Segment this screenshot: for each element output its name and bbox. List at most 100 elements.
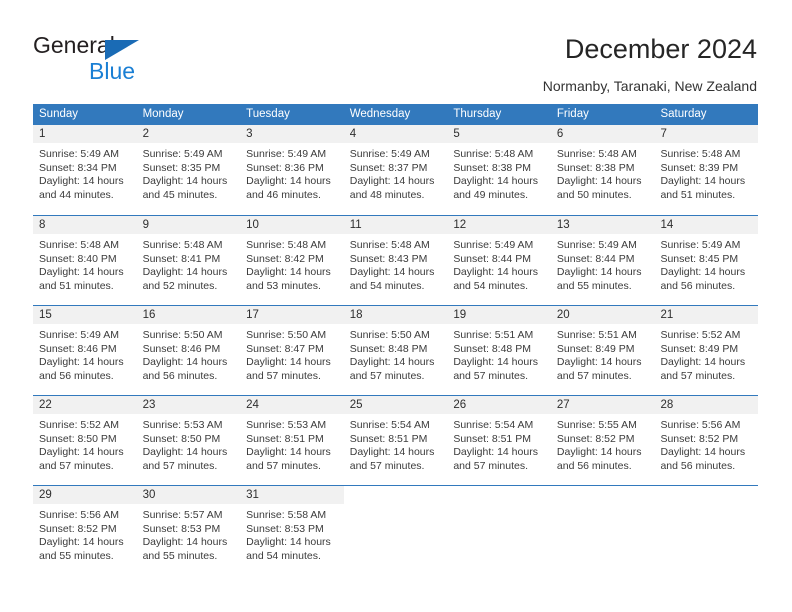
day-cell[interactable]: 3 Sunrise: 5:49 AM Sunset: 8:36 PM Daylight… (240, 125, 344, 215)
day-daylight-line2: and 56 minutes. (660, 459, 736, 472)
day-daylight-line2: and 57 minutes. (349, 369, 425, 382)
day-number: 17 (240, 306, 344, 324)
day-cell[interactable]: 26 Sunrise: 5:54 AM Sunset: 8:51 PM Dayligh… (447, 396, 551, 485)
day-daylight-line2: and 49 minutes. (453, 188, 529, 201)
day-sunrise: Sunrise: 5:48 AM (556, 148, 637, 160)
day-daylight-line2: and 55 minutes. (39, 549, 114, 562)
day-cell[interactable]: 30 Sunrise: 5:57 AM Sunset: 8:53 PM Dayligh… (136, 486, 241, 575)
day-details (551, 504, 655, 509)
day-number (447, 486, 551, 504)
day-cell[interactable]: 7 Sunrise: 5:48 AM Sunset: 8:39 PM Daylight… (654, 125, 759, 215)
day-cell[interactable]: 27 Sunrise: 5:55 AM Sunset: 8:52 PM Dayligh… (550, 396, 655, 485)
day-number: 9 (136, 216, 241, 234)
day-cell[interactable]: 16 Sunrise: 5:50 AM Sunset: 8:46 PM Dayligh… (136, 306, 241, 395)
day-number: 14 (654, 216, 759, 234)
day-daylight-line2: and 55 minutes. (142, 549, 218, 562)
day-sunset: Sunset: 8:52 PM (660, 432, 739, 445)
day-cell[interactable]: 6 Sunrise: 5:48 AM Sunset: 8:38 PM Daylight… (550, 125, 655, 215)
day-sunset: Sunset: 8:37 PM (349, 161, 428, 174)
day-cell[interactable]: 5 Sunrise: 5:48 AM Sunset: 8:38 PM Daylight… (447, 125, 551, 215)
day-cell[interactable]: 25 Sunrise: 5:54 AM Sunset: 8:51 PM Dayligh… (343, 396, 448, 485)
day-cell[interactable]: 22 Sunrise: 5:52 AM Sunset: 8:50 PM Dayligh… (33, 396, 137, 485)
day-sunrise: Sunrise: 5:49 AM (246, 148, 327, 160)
day-cell[interactable]: 24 Sunrise: 5:53 AM Sunset: 8:51 PM Dayligh… (240, 396, 344, 485)
day-cell-empty (344, 486, 448, 575)
day-daylight-line2: and 54 minutes. (453, 279, 529, 292)
day-details: Sunrise: 5:58 AM Sunset: 8:53 PM Daylight:… (240, 504, 344, 563)
day-cell[interactable]: 4 Sunrise: 5:49 AM Sunset: 8:37 PM Daylight… (343, 125, 448, 215)
day-number: 29 (33, 486, 137, 504)
page-header: General Blue December 2024 Normanby, Tar… (0, 0, 792, 100)
day-cell[interactable]: 1 Sunrise: 5:49 AM Sunset: 8:34 PM Daylight… (33, 125, 137, 215)
day-daylight-line2: and 48 minutes. (349, 188, 425, 201)
day-daylight-line2: and 57 minutes. (246, 459, 321, 472)
day-daylight-line1: Daylight: 14 hours (39, 446, 124, 459)
day-details: Sunrise: 5:50 AM Sunset: 8:48 PM Daylight:… (344, 324, 448, 383)
weekday-header-monday: Monday (142, 108, 184, 120)
day-daylight-line2: and 57 minutes. (39, 459, 114, 472)
day-sunset: Sunset: 8:47 PM (246, 342, 324, 355)
day-daylight-line1: Daylight: 14 hours (246, 266, 331, 279)
day-cell[interactable]: 10 Sunrise: 5:48 AM Sunset: 8:42 PM Dayligh… (240, 216, 344, 305)
day-daylight-line1: Daylight: 14 hours (349, 446, 435, 459)
day-sunrise: Sunrise: 5:48 AM (246, 239, 327, 251)
day-cell[interactable]: 13 Sunrise: 5:49 AM Sunset: 8:44 PM Dayligh… (550, 216, 655, 305)
day-details: Sunrise: 5:55 AM Sunset: 8:52 PM Daylight:… (551, 414, 655, 473)
day-sunrise: Sunrise: 5:49 AM (142, 148, 223, 160)
day-cell[interactable]: 21 Sunrise: 5:52 AM Sunset: 8:49 PM Dayligh… (654, 306, 759, 395)
day-daylight-line1: Daylight: 14 hours (556, 446, 642, 459)
day-details (344, 504, 448, 509)
day-cell-empty (447, 486, 551, 575)
day-cell[interactable]: 29 Sunrise: 5:56 AM Sunset: 8:52 PM Dayligh… (33, 486, 137, 575)
day-cell[interactable]: 8 Sunrise: 5:48 AM Sunset: 8:40 PM Daylight… (33, 216, 137, 305)
day-sunrise: Sunrise: 5:50 AM (246, 329, 327, 341)
day-details: Sunrise: 5:57 AM Sunset: 8:53 PM Daylight:… (137, 504, 241, 563)
day-daylight-line2: and 56 minutes. (39, 369, 114, 382)
day-cell[interactable]: 12 Sunrise: 5:49 AM Sunset: 8:44 PM Dayligh… (447, 216, 551, 305)
day-sunrise: Sunrise: 5:50 AM (142, 329, 223, 341)
day-sunrise: Sunrise: 5:48 AM (349, 239, 430, 251)
day-daylight-line2: and 54 minutes. (246, 549, 321, 562)
day-daylight-line2: and 57 minutes. (453, 459, 529, 472)
day-details: Sunrise: 5:51 AM Sunset: 8:48 PM Daylight:… (447, 324, 551, 383)
day-cell[interactable]: 19 Sunrise: 5:51 AM Sunset: 8:48 PM Dayligh… (447, 306, 551, 395)
day-sunrise: Sunrise: 5:53 AM (246, 419, 327, 431)
day-sunrise: Sunrise: 5:48 AM (660, 148, 741, 160)
day-sunset: Sunset: 8:34 PM (39, 161, 117, 174)
day-number: 13 (550, 216, 655, 234)
day-sunrise: Sunrise: 5:54 AM (349, 419, 430, 431)
day-sunset: Sunset: 8:35 PM (142, 161, 221, 174)
day-cell[interactable]: 17 Sunrise: 5:50 AM Sunset: 8:47 PM Dayligh… (240, 306, 344, 395)
day-cell[interactable]: 23 Sunrise: 5:53 AM Sunset: 8:50 PM Dayligh… (136, 396, 241, 485)
day-sunset: Sunset: 8:53 PM (246, 522, 324, 535)
day-sunrise: Sunrise: 5:51 AM (453, 329, 534, 341)
day-daylight-line1: Daylight: 14 hours (39, 266, 124, 279)
day-sunset: Sunset: 8:53 PM (142, 522, 221, 535)
weekday-header-saturday: Saturday (660, 108, 707, 120)
day-number: 26 (447, 396, 551, 414)
day-daylight-line1: Daylight: 14 hours (142, 356, 228, 369)
day-details: Sunrise: 5:51 AM Sunset: 8:49 PM Daylight:… (551, 324, 655, 383)
day-daylight-line2: and 45 minutes. (142, 188, 218, 201)
day-cell[interactable]: 9 Sunrise: 5:48 AM Sunset: 8:41 PM Daylight… (136, 216, 241, 305)
day-details: Sunrise: 5:56 AM Sunset: 8:52 PM Daylight:… (654, 414, 758, 473)
day-cell[interactable]: 2 Sunrise: 5:49 AM Sunset: 8:35 PM Daylight… (136, 125, 241, 215)
day-details: Sunrise: 5:56 AM Sunset: 8:52 PM Daylight:… (33, 504, 137, 563)
day-cell[interactable]: 31 Sunrise: 5:58 AM Sunset: 8:53 PM Dayligh… (240, 486, 344, 575)
day-number: 3 (240, 125, 344, 143)
general-blue-logo[interactable]: General Blue (33, 32, 233, 90)
day-cell[interactable]: 18 Sunrise: 5:50 AM Sunset: 8:48 PM Dayligh… (343, 306, 448, 395)
day-details: Sunrise: 5:52 AM Sunset: 8:49 PM Daylight:… (654, 324, 758, 383)
day-daylight-line2: and 52 minutes. (142, 279, 218, 292)
day-cell[interactable]: 20 Sunrise: 5:51 AM Sunset: 8:49 PM Dayligh… (550, 306, 655, 395)
day-sunset: Sunset: 8:36 PM (246, 161, 324, 174)
day-daylight-line1: Daylight: 14 hours (142, 536, 228, 549)
day-cell[interactable]: 11 Sunrise: 5:48 AM Sunset: 8:43 PM Dayligh… (343, 216, 448, 305)
day-details: Sunrise: 5:50 AM Sunset: 8:46 PM Daylight:… (137, 324, 241, 383)
day-sunrise: Sunrise: 5:53 AM (142, 419, 223, 431)
day-cell[interactable]: 14 Sunrise: 5:49 AM Sunset: 8:45 PM Dayligh… (654, 216, 759, 305)
day-number: 15 (33, 306, 137, 324)
day-cell[interactable]: 15 Sunrise: 5:49 AM Sunset: 8:46 PM Dayligh… (33, 306, 137, 395)
day-cell[interactable]: 28 Sunrise: 5:56 AM Sunset: 8:52 PM Dayligh… (654, 396, 759, 485)
day-daylight-line2: and 50 minutes. (556, 188, 632, 201)
